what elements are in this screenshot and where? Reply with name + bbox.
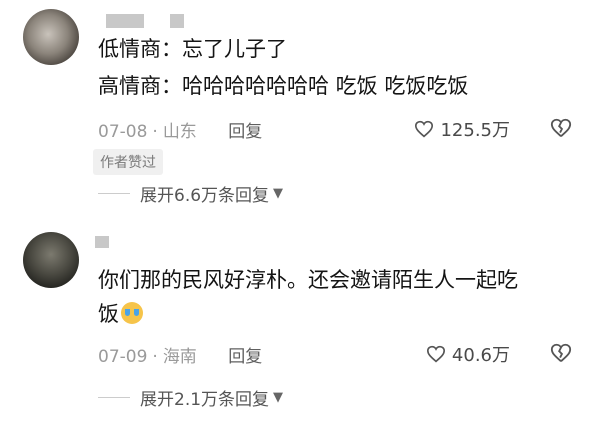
comment-date: 07-08 [98, 122, 148, 142]
comment-date: 07-09 [98, 347, 148, 367]
username-redacted [170, 14, 184, 28]
comment-text-fragment: 饭 [98, 302, 119, 326]
comment-meta: 07-09 · 海南 回复 [98, 347, 263, 367]
comment-text-line: 你们那的民风好淳朴。还会邀请陌生人一起吃 [98, 268, 518, 292]
comment-meta: 07-08 · 山东 回复 [98, 122, 263, 142]
author-liked-badge: 作者赞过 [93, 149, 163, 175]
chevron-down-icon: ▼ [273, 186, 284, 201]
expand-replies-button[interactable]: 展开6.6万条回复 ▼ [98, 181, 283, 206]
like-count: 125.5万 [440, 120, 510, 141]
crying-face-emoji [121, 302, 143, 324]
comment-item: 低情商：忘了儿子了 高情商：哈哈哈哈哈哈哈 吃饭 吃饭吃饭 07-08 · 山东 回… [0, 0, 600, 212]
broken-heart-outline-icon[interactable] [550, 117, 572, 139]
divider [98, 193, 130, 194]
comment-text-line: 高情商：哈哈哈哈哈哈哈 吃饭 吃饭吃饭 [98, 74, 469, 98]
comment-location: 山东 [162, 122, 197, 142]
reply-button[interactable]: 回复 [228, 347, 262, 367]
reply-button[interactable]: 回复 [228, 122, 262, 142]
username-redacted[interactable] [106, 14, 144, 28]
heart-outline-icon [426, 345, 445, 363]
expand-replies-button[interactable]: 展开2.1万条回复 ▼ [98, 385, 283, 410]
like-button[interactable]: 40.6万 [426, 341, 510, 367]
expand-replies-label: 展开6.6万条回复 [140, 186, 270, 206]
comment-text-line-last: 饭 [98, 298, 143, 330]
like-count: 40.6万 [451, 345, 510, 366]
chevron-down-icon: ▼ [273, 390, 284, 405]
comment-text-line: 低情商：忘了儿子了 [98, 37, 287, 61]
broken-heart-outline-icon[interactable] [550, 342, 572, 364]
avatar[interactable] [23, 232, 79, 288]
avatar[interactable] [23, 9, 79, 65]
username-redacted[interactable] [95, 236, 109, 248]
like-button[interactable]: 125.5万 [414, 116, 510, 142]
comment-item: 你们那的民风好淳朴。还会邀请陌生人一起吃 饭 07-09 · 海南 回复 40.6万… [0, 212, 600, 422]
expand-replies-label: 展开2.1万条回复 [140, 390, 270, 410]
divider [98, 397, 130, 398]
heart-outline-icon [415, 120, 434, 138]
comment-location: 海南 [162, 347, 197, 367]
